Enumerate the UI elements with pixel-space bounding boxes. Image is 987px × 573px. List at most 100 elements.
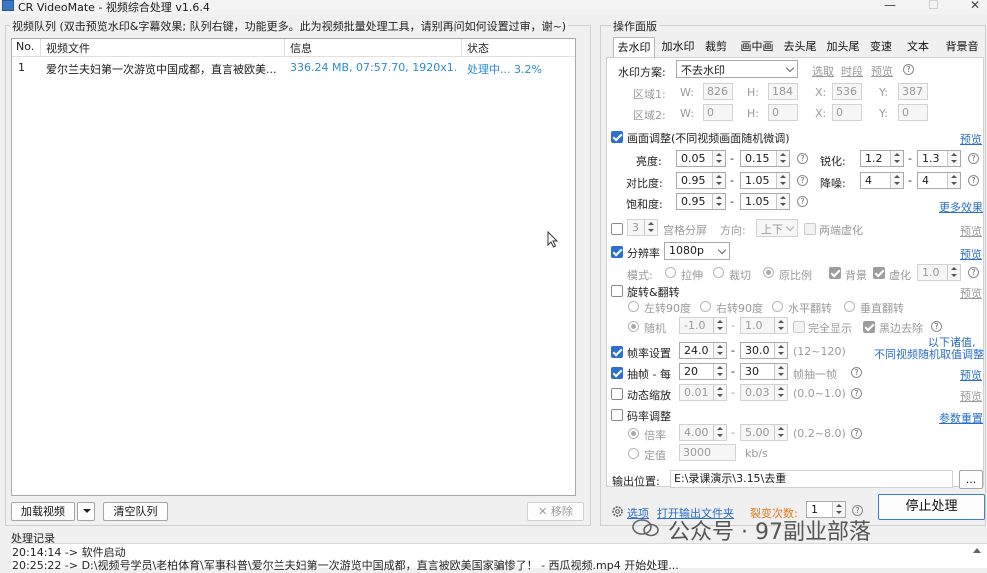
picture-adjust-checkbox[interactable] — [611, 131, 623, 143]
spin-arrows-icon[interactable] — [776, 173, 789, 188]
spin-arrows-icon[interactable] — [713, 343, 726, 358]
col-no[interactable]: No. — [16, 40, 34, 53]
spin-arrows-icon[interactable] — [890, 173, 903, 188]
blur-checkbox[interactable] — [873, 267, 885, 279]
rotate-checkbox[interactable] — [611, 285, 623, 297]
col-info[interactable]: 信息 — [290, 40, 312, 56]
resolution-preview-link[interactable]: 预览 — [960, 246, 982, 262]
help-icon[interactable]: ? — [797, 153, 808, 164]
spin-arrows-icon[interactable] — [713, 318, 726, 333]
grid-direction-select[interactable]: 上下 — [756, 219, 798, 237]
bitrate-checkbox[interactable] — [611, 409, 623, 421]
full-display-checkbox[interactable] — [793, 321, 805, 333]
sharpen-min-stepper[interactable]: 1.2 — [860, 150, 904, 167]
watermark-scheme-select[interactable]: 不去水印 — [676, 60, 798, 78]
picture-preview-link[interactable]: 预览 — [960, 131, 982, 147]
param-reset-link[interactable]: 参数重置 — [939, 410, 983, 426]
spin-arrows-icon[interactable] — [644, 220, 657, 235]
blur-stepper[interactable]: 1.0 — [917, 264, 961, 281]
mode-crop-radio[interactable] — [713, 267, 724, 278]
dynamic-zoom-checkbox[interactable] — [611, 388, 623, 400]
col-file[interactable]: 视频文件 — [46, 40, 90, 56]
zoom-max-stepper[interactable]: 0.03 — [740, 384, 788, 401]
extract-frame-checkbox[interactable] — [611, 367, 623, 379]
help-icon[interactable]: ? — [968, 153, 979, 164]
resolution-select[interactable]: 1080p — [664, 242, 730, 260]
stop-processing-button[interactable]: 停止处理 — [878, 494, 985, 520]
zoom-min-stepper[interactable]: 0.01 — [679, 384, 727, 401]
output-path-input[interactable]: E:\录课演示\3.15\去重 — [670, 470, 953, 488]
spin-arrows-icon[interactable] — [774, 425, 787, 440]
help-icon[interactable]: ? — [797, 175, 808, 186]
region2-h-field[interactable]: 0 — [768, 104, 798, 121]
more-effects-link[interactable]: 更多效果 — [939, 199, 983, 215]
load-video-button[interactable]: 加载视频 — [11, 502, 75, 521]
extract-max-stepper[interactable]: 30 — [740, 363, 788, 380]
spin-arrows-icon[interactable] — [774, 318, 787, 333]
spin-arrows-icon[interactable] — [713, 425, 726, 440]
resolution-checkbox[interactable] — [611, 246, 623, 258]
grid-split-checkbox[interactable] — [611, 223, 623, 235]
rotate-right-radio[interactable] — [700, 301, 711, 312]
zoom-preview-link[interactable]: 预览 — [960, 388, 982, 404]
mode-stretch-radio[interactable] — [665, 267, 676, 278]
help-icon[interactable]: ? — [931, 321, 942, 332]
spin-arrows-icon[interactable] — [774, 343, 787, 358]
spin-arrows-icon[interactable] — [774, 364, 787, 379]
black-edge-checkbox[interactable] — [863, 321, 875, 333]
framerate-checkbox[interactable] — [611, 346, 623, 358]
scroll-up-icon[interactable] — [973, 548, 981, 553]
tab-text[interactable]: 文本 — [902, 37, 934, 57]
time-range-link[interactable]: 时段 — [841, 63, 863, 79]
rotate-min-stepper[interactable]: -1.0 — [679, 317, 727, 334]
spin-arrows-icon[interactable] — [712, 173, 725, 188]
spin-arrows-icon[interactable] — [713, 385, 726, 400]
background-checkbox[interactable] — [829, 267, 841, 279]
col-status[interactable]: 状态 — [467, 40, 489, 56]
region1-h-field[interactable]: 184 — [768, 83, 798, 100]
spin-arrows-icon[interactable] — [774, 385, 787, 400]
clear-queue-button[interactable]: 清空队列 — [103, 502, 168, 521]
tab-bgm[interactable]: 背景音 — [940, 37, 984, 57]
spin-arrows-icon[interactable] — [776, 151, 789, 166]
extract-preview-link[interactable]: 预览 — [960, 367, 982, 383]
framerate-max-stepper[interactable]: 30.0 — [740, 342, 788, 359]
video-queue-list[interactable]: No. 视频文件 信息 状态 1 爱尔兰夫妇第一次游览中国成都，直言被欧美...… — [11, 38, 576, 496]
spin-arrows-icon[interactable] — [890, 151, 903, 166]
spin-arrows-icon[interactable] — [947, 173, 960, 188]
close-icon[interactable]: ✕ — [970, 0, 980, 12]
region2-y-field[interactable]: 0 — [898, 104, 928, 121]
region1-w-field[interactable]: 826 — [703, 83, 733, 100]
help-icon[interactable]: ? — [968, 175, 979, 186]
region1-y-field[interactable]: 387 — [898, 83, 928, 100]
tab-add-watermark[interactable]: 加水印 — [657, 37, 699, 57]
help-icon[interactable]: ? — [797, 196, 808, 207]
flip-vertical-radio[interactable] — [844, 301, 855, 312]
tab-speed[interactable]: 变速 — [865, 37, 897, 57]
flip-horizontal-radio[interactable] — [772, 301, 783, 312]
contrast-min-stepper[interactable]: 0.95 — [676, 172, 726, 189]
tab-add-head-tail[interactable]: 加头尾 — [822, 37, 864, 57]
remove-button[interactable]: ✕ 移除 — [527, 502, 584, 521]
mode-original-radio[interactable] — [763, 267, 774, 278]
minimize-icon[interactable]: — — [884, 0, 896, 12]
grid-preview-link[interactable]: 预览 — [960, 223, 982, 239]
bitrate-ratio-radio[interactable] — [628, 428, 639, 439]
rotate-random-radio[interactable] — [628, 321, 639, 332]
log-area[interactable]: 20:14:14 -> 软件启动 20:25:22 -> D:\视频号学员\老柏… — [11, 543, 987, 572]
saturation-min-stepper[interactable]: 0.95 — [676, 193, 726, 210]
saturation-max-stepper[interactable]: 1.05 — [740, 193, 790, 210]
help-icon[interactable]: ? — [851, 388, 862, 399]
denoise-min-stepper[interactable]: 4 — [860, 172, 904, 189]
maximize-icon[interactable]: ☐ — [928, 0, 939, 12]
bitrate-fixed-radio[interactable] — [628, 448, 639, 459]
preview-link[interactable]: 预览 — [871, 63, 893, 79]
help-icon[interactable]: ? — [851, 428, 862, 439]
bitrate-fixed-field[interactable]: 3000 — [679, 444, 736, 461]
region1-x-field[interactable]: 536 — [832, 83, 862, 100]
denoise-max-stepper[interactable]: 4 — [917, 172, 961, 189]
tab-crop[interactable]: 裁剪 — [699, 37, 733, 57]
ratio-min-stepper[interactable]: 4.00 — [679, 424, 727, 441]
spin-arrows-icon[interactable] — [947, 151, 960, 166]
help-icon[interactable]: ? — [903, 64, 914, 75]
